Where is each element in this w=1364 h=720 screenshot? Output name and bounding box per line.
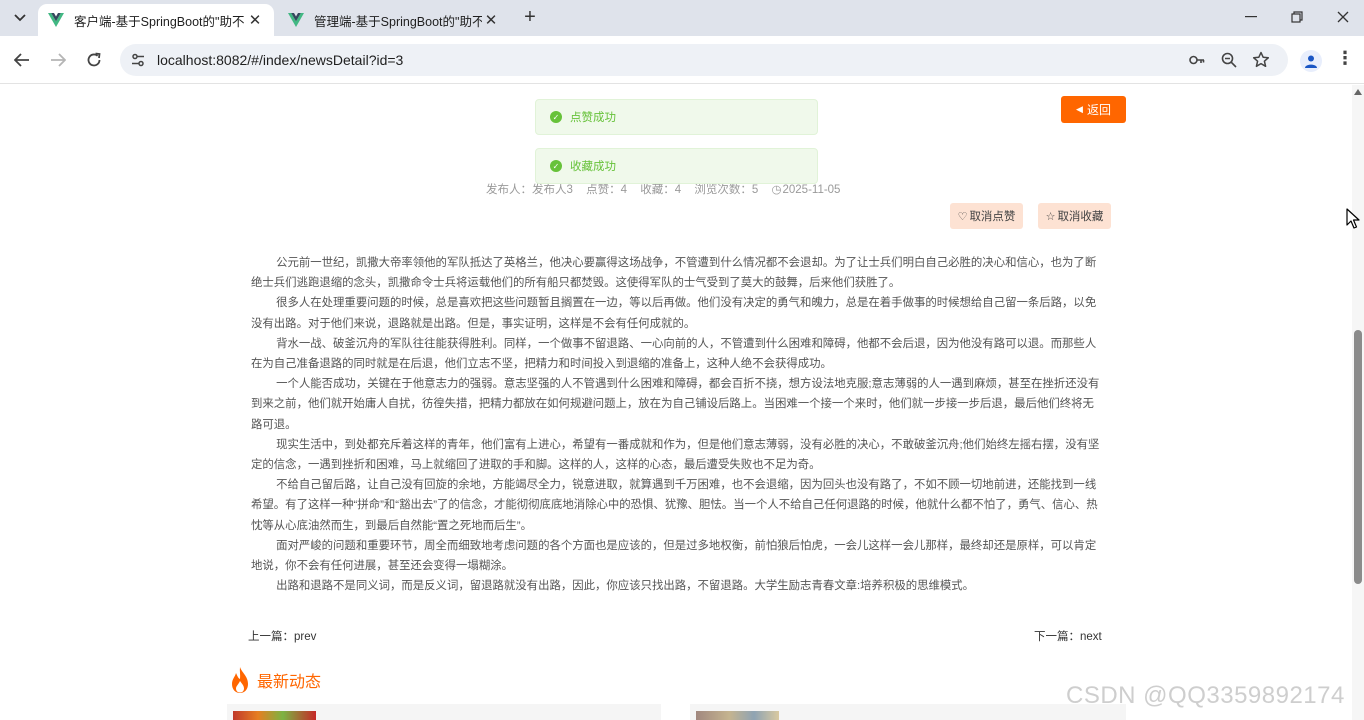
forward-arrow-icon[interactable] <box>46 48 70 72</box>
browser-toolbar: localhost:8082/#/index/newsDetail?id=3 <box>0 36 1364 84</box>
meta-date: ◷2025-11-05 <box>771 184 850 196</box>
vue-logo-icon <box>48 13 64 27</box>
meta-views: 浏览次数：5 <box>694 184 759 196</box>
meta-favorites: 收藏：4 <box>640 184 682 196</box>
article-paragraph: 公元前一世纪，凯撒大帝率领他的军队抵达了英格兰，他决心要赢得这场战争，不管遭到什… <box>251 257 1097 290</box>
news-card[interactable] <box>690 704 1126 720</box>
article-paragraph: 现实生活中，到处都充斥着这样的青年，他们富有上进心，希望有一番成就和作为，但是他… <box>251 438 1100 472</box>
news-card[interactable] <box>227 704 661 720</box>
close-icon[interactable]: ✕ <box>246 11 264 29</box>
tab-admin[interactable]: 管理端-基于SpringBoot的"助不 ✕ <box>278 4 510 36</box>
tab-search-chevron-icon[interactable] <box>8 6 32 30</box>
toast-like-success: ✓ 点赞成功 <box>535 99 818 135</box>
browser-menu-icon[interactable]: ⋮ <box>1336 48 1354 72</box>
back-button-label: 返回 <box>1086 103 1111 117</box>
mouse-cursor-icon <box>1346 208 1360 229</box>
meta-likes: 点赞：4 <box>586 184 628 196</box>
back-button[interactable]: ◀ 返回 <box>1061 96 1126 123</box>
site-info-icon[interactable] <box>130 52 146 68</box>
browser-tab-strip: 客户端-基于SpringBoot的"助不 ✕ 管理端-基于SpringBoot的… <box>0 0 1364 36</box>
new-tab-plus-icon[interactable]: + <box>518 6 542 30</box>
tab-title: 客户端-基于SpringBoot的"助不 <box>74 14 245 29</box>
unlike-button[interactable]: ♡ 取消点赞 <box>950 203 1023 229</box>
scroll-up-arrow-icon[interactable] <box>1354 89 1362 95</box>
heart-icon: ♡ <box>957 210 968 223</box>
bookmark-star-icon[interactable] <box>1252 51 1270 69</box>
back-arrow-icon[interactable] <box>10 48 34 72</box>
unlike-label: 取消点赞 <box>969 211 1016 223</box>
success-check-icon: ✓ <box>550 160 562 172</box>
news-thumbnail <box>696 711 779 720</box>
prev-article-link[interactable]: 上一篇：prev <box>248 628 316 644</box>
close-icon[interactable]: ✕ <box>482 11 500 29</box>
success-check-icon: ✓ <box>550 111 562 123</box>
window-close-icon[interactable] <box>1320 0 1364 34</box>
watermark: CSDN @QQ3359892174 <box>1066 682 1345 709</box>
page-viewport: ◀ 返回 发布人：发布人3 点赞：4 收藏：4 浏览次数：5 ◷2025-11-… <box>0 85 1352 720</box>
meta-publisher: 发布人：发布人3 <box>486 184 573 196</box>
restore-icon[interactable] <box>1274 0 1320 34</box>
next-article-link[interactable]: 下一篇：next <box>1034 628 1102 644</box>
latest-news-title: 最新动态 <box>257 674 322 691</box>
clock-icon: ◷ <box>771 184 782 196</box>
unfavorite-label: 取消收藏 <box>1057 211 1104 223</box>
meta-date-text: 2025-11-05 <box>782 184 841 196</box>
vue-logo-icon <box>288 13 304 27</box>
article-paragraph: 面对严峻的问题和重要环节，周全而细致地考虑问题的各个方面也是应该的，但是过多地权… <box>251 539 1097 573</box>
tab-title: 管理端-基于SpringBoot的"助不 <box>314 14 482 29</box>
fire-icon <box>232 667 248 693</box>
toast-text: 点赞成功 <box>570 112 616 124</box>
profile-avatar-icon[interactable] <box>1300 50 1322 72</box>
news-thumbnail <box>233 711 316 720</box>
scrollbar-thumb[interactable] <box>1354 330 1362 584</box>
address-bar[interactable]: localhost:8082/#/index/newsDetail?id=3 <box>120 44 1288 76</box>
minimize-icon[interactable] <box>1228 0 1274 34</box>
password-key-icon[interactable] <box>1188 51 1206 69</box>
zoom-icon[interactable] <box>1220 51 1238 69</box>
article-paragraph: 背水一战、破釜沉舟的军队往往能获得胜利。同样，一个做事不留退路、一心向前的人，不… <box>251 337 1097 371</box>
url-text[interactable]: localhost:8082/#/index/newsDetail?id=3 <box>157 52 403 68</box>
article-paragraph: 不给自己留后路，让自己没有回旋的余地，方能竭尽全力，锐意进取，就算遇到千万困难，… <box>251 479 1098 532</box>
reload-icon[interactable] <box>82 48 106 72</box>
unfavorite-button[interactable]: ☆ 取消收藏 <box>1038 203 1111 229</box>
caret-left-icon: ◀ <box>1076 104 1083 114</box>
article-paragraph: 一个人能否成功，关键在于他意志力的强弱。意志坚强的人不管遇到什么困难和障碍，都会… <box>251 378 1100 431</box>
latest-news-header: 最新动态 <box>228 666 321 694</box>
toast-text: 收藏成功 <box>570 161 616 173</box>
toast-favorite-success: ✓ 收藏成功 <box>535 148 818 184</box>
tab-client[interactable]: 客户端-基于SpringBoot的"助不 ✕ <box>38 4 274 36</box>
article-paragraph: 很多人在处理重要问题的时候，总是喜欢把这些问题暂且搁置在一边，等以后再做。他们没… <box>251 297 1097 330</box>
star-icon: ☆ <box>1045 210 1056 223</box>
article-paragraph: 出路和退路不是同义词，而是反义词，留退路就没有出路，因此，你应该只找出路，不留退… <box>276 580 975 593</box>
article-body: 公元前一世纪，凯撒大帝率领他的军队抵达了英格兰，他决心要赢得这场战争，不管遭到什… <box>251 253 1102 596</box>
